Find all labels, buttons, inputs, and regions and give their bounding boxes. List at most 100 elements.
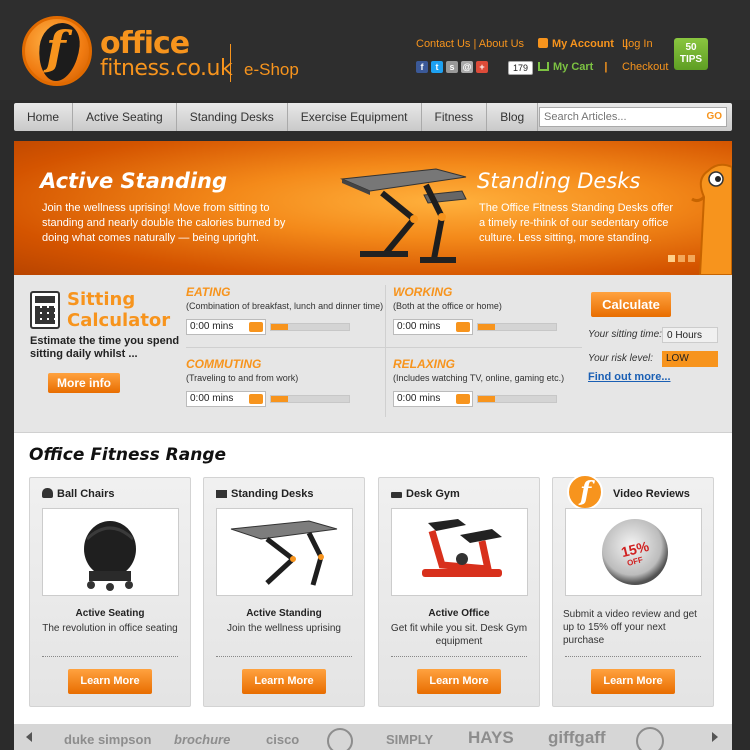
- card-desk-gym: Desk Gym Active Office Get fit while you…: [378, 477, 540, 707]
- calculator-icon: [30, 291, 60, 329]
- my-account-label: My Account: [552, 38, 614, 50]
- more-info-button[interactable]: More info: [48, 373, 120, 393]
- my-account-link[interactable]: My Account |: [538, 38, 628, 50]
- slider-dot[interactable]: [688, 255, 695, 262]
- commuting-time-select[interactable]: 0:00 mins: [186, 391, 266, 407]
- twitter-icon[interactable]: t: [431, 61, 443, 73]
- chevron-down-icon: [249, 394, 263, 404]
- activity-eating: EATING (Combination of breakfast, lunch …: [186, 285, 386, 335]
- top-links: Contact Us | About Us: [416, 38, 524, 50]
- desk-gym-icon: [391, 492, 402, 498]
- tips-label: TIPS: [679, 54, 703, 65]
- logo-icon[interactable]: f: [22, 16, 92, 86]
- banner-right-text: The Office Fitness Standing Desks offer …: [479, 202, 674, 244]
- select-value: 0:00 mins: [397, 321, 441, 332]
- discount-badge-image[interactable]: 15% OFF: [565, 508, 702, 596]
- relaxing-level-bar: [477, 395, 557, 403]
- relaxing-time-select[interactable]: 0:00 mins: [393, 391, 473, 407]
- sitting-time-label: Your sitting time:: [588, 329, 662, 340]
- calculator-description: Estimate the time you spend sitting dail…: [30, 335, 180, 360]
- slider-dots: [668, 255, 695, 262]
- about-link[interactable]: About Us: [479, 38, 524, 50]
- prev-arrow-icon[interactable]: [26, 732, 32, 742]
- brand-domain[interactable]: fitness.co.uk: [100, 56, 233, 81]
- range-title: Office Fitness Range: [29, 445, 227, 465]
- slider-dot[interactable]: [678, 255, 685, 262]
- card-desc: Get fit while you sit. Desk Gym equipmen…: [390, 623, 528, 647]
- activity-title: COMMUTING: [186, 357, 262, 371]
- brand-divider: [230, 44, 231, 82]
- user-icon: [538, 38, 548, 48]
- card-video-reviews: f Video Reviews 15% OFF Submit a video r…: [552, 474, 714, 707]
- learn-more-button[interactable]: Learn More: [591, 669, 675, 694]
- search-input[interactable]: [540, 108, 700, 126]
- nav-fitness[interactable]: Fitness: [422, 103, 488, 131]
- card-header[interactable]: Desk Gym: [391, 488, 460, 500]
- card-ball-chairs: Ball Chairs Active Seating The revolutio…: [29, 477, 191, 707]
- log-in-link[interactable]: Log In: [622, 38, 653, 50]
- activity-desc: (Traveling to and from work): [186, 373, 299, 383]
- activity-title: EATING: [186, 285, 231, 299]
- card-standing-desks: Standing Desks Active Standing Join the …: [203, 477, 365, 707]
- search-go-button[interactable]: GO: [706, 111, 722, 122]
- contact-link[interactable]: Contact Us: [416, 38, 470, 50]
- client-logo: duke simpson: [64, 732, 152, 747]
- learn-more-button[interactable]: Learn More: [242, 669, 326, 694]
- nav-standing-desks[interactable]: Standing Desks: [177, 103, 288, 131]
- card-header[interactable]: Video Reviews: [613, 488, 690, 500]
- card-head-label: Video Reviews: [613, 488, 690, 500]
- eating-time-select[interactable]: 0:00 mins: [186, 319, 266, 335]
- select-value: 0:00 mins: [190, 393, 234, 404]
- chevron-down-icon: [456, 394, 470, 404]
- find-out-more-link[interactable]: Find out more...: [588, 371, 671, 383]
- nav-blog[interactable]: Blog: [487, 103, 539, 131]
- stepper-image[interactable]: [391, 508, 528, 596]
- sitting-time-value: 0 Hours: [662, 327, 718, 343]
- card-header[interactable]: Standing Desks: [216, 488, 314, 500]
- my-cart-link[interactable]: My Cart |: [538, 61, 607, 73]
- banner-right-title: Standing Desks: [477, 169, 641, 193]
- checkout-link[interactable]: Checkout: [622, 61, 668, 73]
- standing-desk-image: [340, 168, 467, 263]
- nav-active-seating[interactable]: Active Seating: [73, 103, 177, 131]
- next-arrow-icon[interactable]: [712, 732, 718, 742]
- learn-more-button[interactable]: Learn More: [68, 669, 152, 694]
- nav-home[interactable]: Home: [14, 103, 74, 131]
- eshop-label: e-Shop: [244, 60, 299, 79]
- divider: [186, 347, 582, 348]
- banner-left-title: Active Standing: [40, 169, 228, 193]
- tips-badge[interactable]: 50 TIPS: [674, 38, 708, 70]
- ball-chair-icon: [42, 488, 53, 498]
- google-plus-icon[interactable]: +: [476, 61, 488, 73]
- hero-banner[interactable]: Active Standing Join the wellness uprisi…: [14, 141, 732, 275]
- card-head-label: Desk Gym: [406, 488, 460, 500]
- card-header[interactable]: Ball Chairs: [42, 488, 114, 500]
- email-icon[interactable]: @: [461, 61, 473, 73]
- working-time-select[interactable]: 0:00 mins: [393, 319, 473, 335]
- calculator-title-line1: Sitting: [67, 289, 136, 310]
- activity-desc: (Combination of breakfast, lunch and din…: [186, 301, 384, 311]
- ball-chair-image[interactable]: [42, 508, 179, 596]
- slider-dot[interactable]: [668, 255, 675, 262]
- share-icon[interactable]: s: [446, 61, 458, 73]
- search-box: GO: [539, 107, 727, 127]
- divider: [42, 656, 178, 657]
- nav-exercise-equipment[interactable]: Exercise Equipment: [288, 103, 422, 131]
- card-title: Active Office: [428, 608, 490, 619]
- learn-more-button[interactable]: Learn More: [417, 669, 501, 694]
- calculate-button[interactable]: Calculate: [591, 292, 671, 317]
- card-title: Active Seating: [75, 608, 145, 619]
- card-head-label: Ball Chairs: [57, 488, 115, 500]
- risk-level-label: Your risk level:: [588, 353, 654, 364]
- facebook-icon[interactable]: f: [416, 61, 428, 73]
- sitting-calculator: Sitting Calculator Estimate the time you…: [14, 275, 732, 433]
- card-title: Active Standing: [246, 608, 322, 619]
- card-desc: Submit a video review and get up to 15% …: [563, 609, 697, 646]
- select-value: 0:00 mins: [190, 321, 234, 332]
- mascot-image: [691, 163, 732, 275]
- standing-desk-image[interactable]: [216, 508, 353, 596]
- client-logo-seal: [636, 727, 664, 750]
- calculator-title-line2: Calculator: [67, 310, 171, 331]
- level-fill: [478, 324, 496, 330]
- eating-level-bar: [270, 323, 350, 331]
